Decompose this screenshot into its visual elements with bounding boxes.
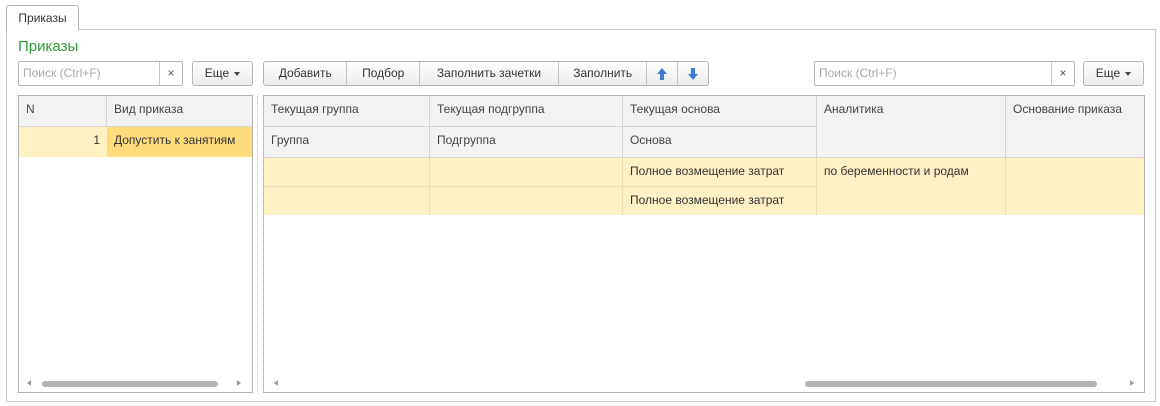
- right-horizontal-scrollbar[interactable]: [272, 379, 1138, 389]
- column-header-current-basis[interactable]: Текущая основа: [623, 96, 817, 127]
- column-header-order-kind[interactable]: Вид приказа: [107, 96, 252, 127]
- table-cell-group[interactable]: [264, 187, 430, 215]
- move-down-button[interactable]: [678, 62, 708, 85]
- students-table: Текущая группа Текущая подгруппа Текущая…: [263, 95, 1145, 393]
- arrow-up-icon: [657, 67, 668, 80]
- column-header-basis[interactable]: Основа: [623, 127, 817, 158]
- table-cell-subgroup[interactable]: [430, 187, 623, 215]
- right-scrollbar-thumb[interactable]: [805, 381, 1097, 387]
- left-search-clear-icon[interactable]: ×: [159, 62, 182, 85]
- pick-button[interactable]: Подбор: [347, 62, 420, 85]
- right-more-label: Еще: [1095, 66, 1121, 80]
- table-cell-n[interactable]: 1: [19, 127, 107, 157]
- scroll-right-icon[interactable]: [1130, 380, 1134, 386]
- panel-splitter[interactable]: [257, 96, 258, 392]
- left-search-input[interactable]: Поиск (Ctrl+F) ×: [18, 61, 183, 86]
- column-header-analytics[interactable]: Аналитика: [817, 96, 1006, 158]
- right-search-clear-icon[interactable]: ×: [1051, 62, 1074, 85]
- column-header-current-subgroup[interactable]: Текущая подгруппа: [430, 96, 623, 127]
- left-search-placeholder: Поиск (Ctrl+F): [23, 66, 101, 80]
- column-header-group[interactable]: Группа: [264, 127, 430, 158]
- table-cell-order-kind[interactable]: Допустить к занятиям: [107, 127, 252, 157]
- right-search-placeholder: Поиск (Ctrl+F): [819, 66, 897, 80]
- left-more-button[interactable]: Еще: [192, 61, 253, 86]
- fill-records-button[interactable]: Заполнить зачетки: [420, 62, 560, 85]
- column-header-n[interactable]: N: [19, 96, 107, 127]
- table-cell-basis[interactable]: Полное возмещение затрат: [623, 187, 817, 215]
- table-cell-subgroup[interactable]: [430, 158, 623, 187]
- right-search-input[interactable]: Поиск (Ctrl+F) ×: [814, 61, 1075, 86]
- table-cell-group[interactable]: [264, 158, 430, 187]
- chevron-down-icon: [234, 71, 241, 76]
- table-cell-order-basis[interactable]: [1006, 158, 1144, 215]
- orders-table: N Вид приказа 1 Допустить к занятиям: [18, 95, 253, 393]
- column-header-current-group[interactable]: Текущая группа: [264, 96, 430, 127]
- scroll-right-icon[interactable]: [237, 380, 241, 386]
- table-cell-basis[interactable]: Полное возмещение затрат: [623, 158, 817, 187]
- left-scrollbar-thumb[interactable]: [42, 381, 218, 387]
- left-more-label: Еще: [204, 66, 230, 80]
- column-header-subgroup[interactable]: Подгруппа: [430, 127, 623, 158]
- right-more-button[interactable]: Еще: [1083, 61, 1144, 86]
- arrow-down-icon: [688, 67, 699, 80]
- scroll-left-icon[interactable]: [274, 380, 278, 386]
- toolbar: Добавить Подбор Заполнить зачетки Заполн…: [263, 61, 709, 86]
- add-button[interactable]: Добавить: [264, 62, 348, 85]
- page-title: Приказы: [18, 38, 79, 55]
- table-cell-analytics[interactable]: по беременности и родам: [817, 158, 1006, 215]
- chevron-down-icon: [1125, 71, 1132, 76]
- column-header-order-basis[interactable]: Основание приказа: [1006, 96, 1144, 158]
- fill-button[interactable]: Заполнить: [559, 62, 648, 85]
- left-horizontal-scrollbar[interactable]: [25, 379, 247, 389]
- tab-orders[interactable]: Приказы: [6, 5, 79, 30]
- scroll-left-icon[interactable]: [27, 380, 31, 386]
- move-up-button[interactable]: [647, 62, 679, 85]
